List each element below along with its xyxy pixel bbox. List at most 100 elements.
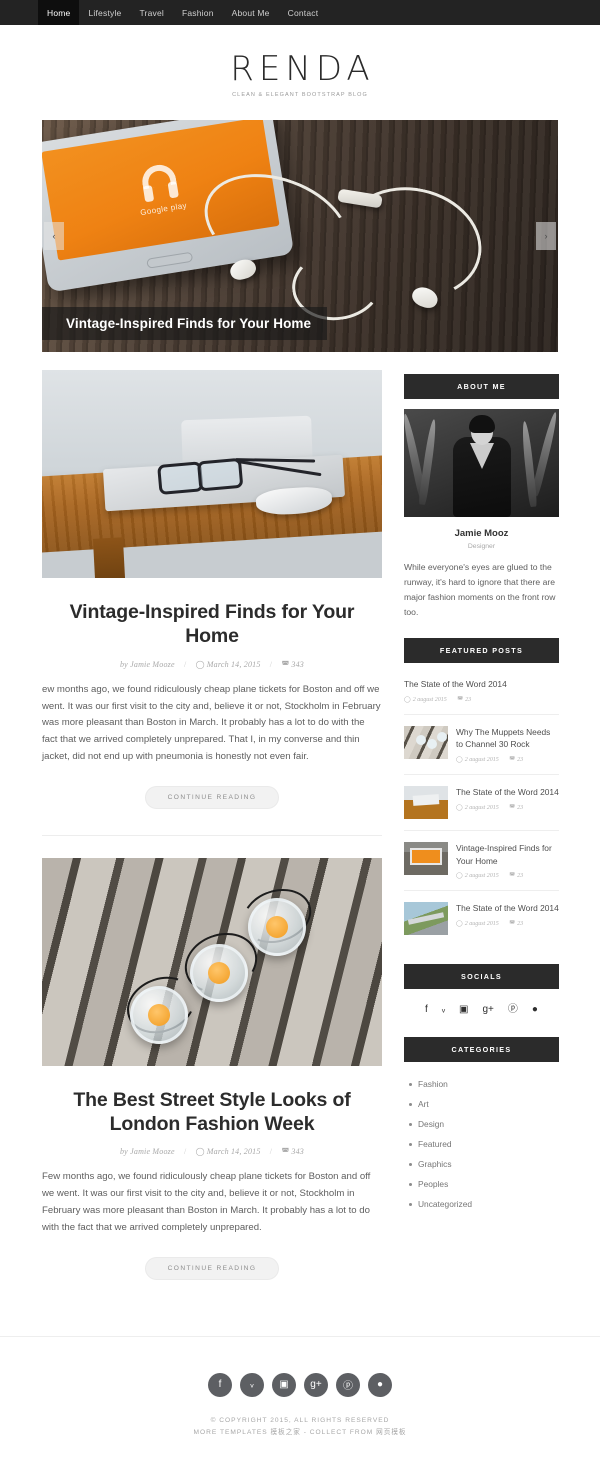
nav-item-contact[interactable]: Contact [279,0,328,25]
instagram-icon[interactable]: ▣ [459,1005,468,1015]
post-author[interactable]: by Jamie Mooze [120,660,175,669]
phone-screen-label: Google play [139,200,188,217]
post-article: Vintage-Inspired Finds for Your Home by … [42,370,382,809]
featured-post-meta: ◯ 2 august 2015 ◚ 23 [456,920,559,927]
social-links: f ᵥ ▣ g+ ⓟ ● [404,989,559,1019]
nav-label: Lifestyle [88,7,122,18]
post-featured-image[interactable] [42,857,382,1066]
candle-jar [248,897,306,956]
hero-carousel[interactable]: Google play ‹ › Vintage-Inspired Finds f… [42,120,558,352]
featured-post-meta: ◯ 2 august 2015 ◚ 23 [404,696,559,703]
meta-separator: / [183,659,187,669]
widget-categories: CATEGORIES Fashion Art Design Featured G… [404,1037,559,1214]
comment-icon: ◚ [509,920,516,927]
sidebar: ABOUT ME Jamie Mooz Designer While every… [404,370,559,1232]
category-item-art[interactable]: Art [409,1094,559,1114]
category-item-featured[interactable]: Featured [409,1134,559,1154]
nav-item-lifestyle[interactable]: Lifestyle [79,0,130,25]
widget-socials: SOCIALS f ᵥ ▣ g+ ⓟ ● [404,964,559,1019]
facebook-icon[interactable]: f [208,1372,232,1397]
comment-icon: ◚ [281,659,290,669]
phone-home-button [146,251,194,269]
comment-icon: ◚ [509,804,516,811]
featured-post-title[interactable]: The State of the Word 2014 [404,678,559,691]
carousel-next-button[interactable]: › [536,222,556,250]
post-date: March 14, 2015 [206,1147,261,1157]
featured-posts-list: The State of the Word 2014 ◯ 2 august 201… [404,667,559,946]
twitter-icon[interactable]: ᵥ [442,1005,445,1015]
chevron-left-icon: ‹ [52,231,56,241]
instagram-icon[interactable]: ▣ [272,1372,296,1397]
nav-item-home[interactable]: Home [38,0,80,25]
post-meta: by Jamie Mooze / ◯ March 14, 2015 / ◚ 343 [42,660,382,669]
featured-post-item[interactable]: The State of the Word 2014 ◯ 2 august 201… [404,667,559,715]
page-container: Vintage-Inspired Finds for Your Home by … [42,352,559,1288]
featured-post-item[interactable]: The State of the Word 2014 ◯ 2 august 201… [404,775,559,831]
carousel-prev-button[interactable]: ‹ [44,222,64,250]
nav-item-about-me[interactable]: About Me [223,0,279,25]
post-featured-image[interactable] [42,370,382,578]
meta-separator: / [269,659,273,669]
portrait-shirt [469,443,494,469]
continue-reading-button[interactable]: CONTINUE READING [144,1256,280,1280]
post-comment-count[interactable]: 343 [291,660,304,669]
candle-jar [190,943,248,1002]
pinterest-icon[interactable]: ⓟ [508,1005,518,1015]
post-title[interactable]: The Best Street Style Looks of London Fa… [48,1088,376,1137]
category-item-fashion[interactable]: Fashion [409,1074,559,1094]
post-comment-count[interactable]: 343 [291,1147,304,1156]
google-plus-icon[interactable]: g+ [304,1372,328,1397]
featured-post-date: 2 august 2015 [412,696,447,703]
post-author[interactable]: by Jamie Mooze [120,1147,175,1156]
featured-post-thumbnail [404,785,448,819]
category-item-graphics[interactable]: Graphics [409,1154,559,1174]
featured-post-comments: 23 [465,696,472,703]
facebook-icon[interactable]: f [425,1005,428,1015]
main-navigation: Home Lifestyle Travel Fashion About Me C… [0,0,600,25]
featured-post-item[interactable]: Vintage-Inspired Finds for Your Home ◯ 2 … [404,831,559,892]
nav-item-fashion[interactable]: Fashion [173,0,223,25]
category-item-design[interactable]: Design [409,1114,559,1134]
featured-post-title[interactable]: Why The Muppets Needs to Channel 30 Rock [456,726,559,751]
nav-label: Home [47,7,71,18]
about-name: Jamie Mooz [454,528,509,539]
dribbble-icon[interactable]: ● [368,1372,392,1397]
post-actions: CONTINUE READING [42,785,382,809]
categories-list: Fashion Art Design Featured Graphics Peo… [404,1062,559,1214]
widget-featured-posts: FEATURED POSTS The State of the Word 201… [404,638,559,946]
featured-post-title[interactable]: Vintage-Inspired Finds for Your Home [456,842,559,867]
category-item-peoples[interactable]: Peoples [409,1174,559,1194]
featured-post-date: 2 august 2015 [464,873,499,880]
portrait-hair [468,415,495,433]
featured-post-comments: 23 [517,804,524,811]
meta-separator: / [269,1147,273,1157]
featured-post-title[interactable]: The State of the Word 2014 [456,786,559,799]
featured-post-item[interactable]: The State of the Word 2014 ◯ 2 august 201… [404,891,559,946]
candle-jar [130,985,188,1044]
hero-caption[interactable]: Vintage-Inspired Finds for Your Home [42,307,328,340]
continue-reading-button[interactable]: CONTINUE READING [144,785,280,809]
comment-icon: ◚ [281,1147,290,1157]
featured-post-item[interactable]: Why The Muppets Needs to Channel 30 Rock… [404,715,559,775]
featured-post-thumbnail [404,725,448,759]
leaf-decor [418,418,438,506]
site-logo[interactable]: RENDA [0,52,600,86]
footer-social-links: f ᵥ ▣ g+ ⓟ ● [0,1372,600,1397]
twitter-icon[interactable]: ᵥ [240,1372,264,1397]
post-date: March 14, 2015 [206,659,261,669]
category-item-uncategorized[interactable]: Uncategorized [409,1194,559,1214]
google-plus-icon[interactable]: g+ [483,1005,494,1015]
pinterest-icon[interactable]: ⓟ [336,1372,360,1397]
featured-post-meta: ◯ 2 august 2015 ◚ 23 [456,872,559,879]
post-excerpt: ew months ago, we found ridiculously che… [42,683,381,762]
nav-item-travel[interactable]: Travel [130,0,173,25]
dribbble-icon[interactable]: ● [532,1005,538,1015]
post-actions: CONTINUE READING [42,1256,382,1280]
post-article: The Best Street Style Looks of London Fa… [42,857,382,1280]
featured-post-comments: 23 [517,873,524,880]
featured-post-title[interactable]: The State of the Word 2014 [456,902,559,915]
clock-icon: ◯ [456,804,463,811]
desk-leg [92,537,126,578]
post-title[interactable]: Vintage-Inspired Finds for Your Home [48,600,376,649]
nav-label: Travel [139,7,164,18]
